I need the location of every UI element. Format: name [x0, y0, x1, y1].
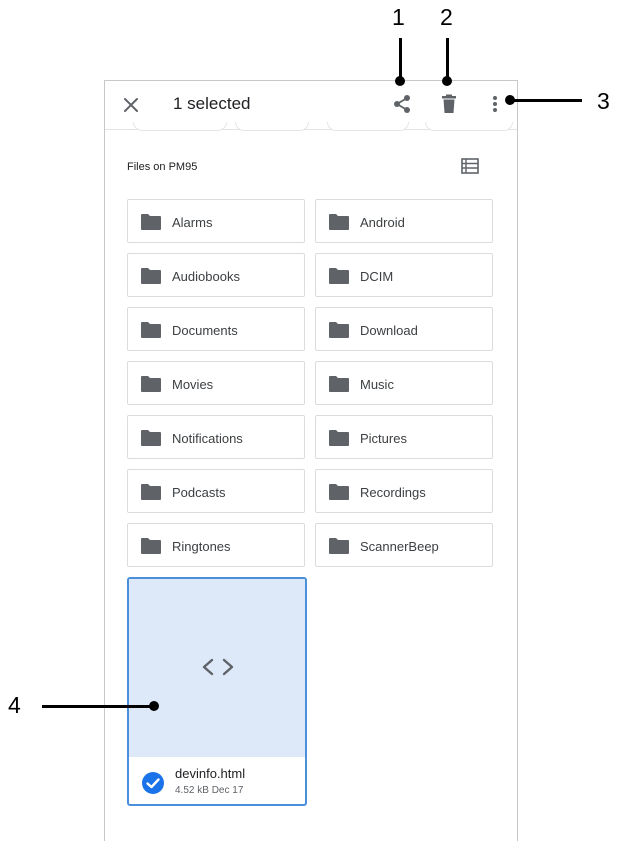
folder-label: Pictures [360, 431, 407, 446]
folder-label: Audiobooks [172, 269, 240, 284]
folder-label: Alarms [172, 215, 213, 230]
folder-item[interactable]: Movies [127, 361, 305, 405]
folder-label: Documents [172, 323, 238, 338]
selection-count-title: 1 selected [173, 94, 251, 113]
share-icon[interactable] [391, 93, 413, 115]
list-view-icon[interactable] [461, 158, 479, 174]
folder-item[interactable]: Alarms [127, 199, 305, 243]
folder-label: Movies [172, 377, 214, 392]
folder-item[interactable]: ScannerBeep [315, 523, 493, 567]
code-icon [202, 658, 234, 676]
callout-line [42, 705, 156, 708]
folder-item[interactable]: Pictures [315, 415, 493, 459]
folder-item[interactable]: Ringtones [127, 523, 305, 567]
folder-item[interactable]: Download [315, 307, 493, 351]
folder-item[interactable]: Notifications [127, 415, 305, 459]
folder-label: Recordings [360, 485, 426, 500]
folder-icon [329, 322, 349, 338]
callout-dot [395, 76, 405, 86]
callout-line [446, 38, 449, 80]
delete-icon[interactable] [438, 93, 460, 115]
callout-number: 1 [392, 4, 405, 30]
callout-line [510, 99, 582, 102]
file-card-selected[interactable]: devinfo.html 4.52 kB Dec 17 [127, 577, 307, 806]
file-name: devinfo.html [175, 766, 246, 781]
folder-icon [329, 214, 349, 230]
callout-dot [442, 76, 452, 86]
folder-icon [329, 430, 349, 446]
folder-icon [329, 538, 349, 554]
folder-icon [141, 538, 161, 554]
folder-label: Notifications [172, 431, 243, 446]
folder-item[interactable]: Android [315, 199, 493, 243]
folder-item[interactable]: Documents [127, 307, 305, 351]
callout-line [399, 38, 402, 80]
folder-label: ScannerBeep [360, 539, 439, 554]
folder-icon [329, 376, 349, 392]
close-icon[interactable] [121, 95, 141, 115]
filter-chip[interactable] [235, 122, 309, 131]
folder-icon [141, 214, 161, 230]
selected-check-icon[interactable] [141, 771, 165, 795]
callout-number: 3 [597, 88, 610, 114]
folder-icon [141, 322, 161, 338]
more-vert-icon[interactable] [484, 93, 506, 115]
callout-number: 2 [440, 4, 453, 30]
callout-dot [505, 95, 515, 105]
callout-dot [149, 701, 159, 711]
file-preview [129, 579, 305, 757]
folder-icon [141, 430, 161, 446]
folder-label: DCIM [360, 269, 394, 284]
folder-label: Ringtones [172, 539, 231, 554]
folder-item[interactable]: Audiobooks [127, 253, 305, 297]
file-manager-screen: 1 selected Files on PM95 Alarms Android Au… [104, 80, 518, 841]
folder-icon [141, 268, 161, 284]
folder-icon [141, 484, 161, 500]
storage-section-title: Files on PM95 [127, 161, 198, 173]
folder-item[interactable]: Recordings [315, 469, 493, 513]
folder-item[interactable]: DCIM [315, 253, 493, 297]
folder-label: Android [360, 215, 405, 230]
folder-label: Music [360, 377, 394, 392]
folder-item[interactable]: Podcasts [127, 469, 305, 513]
folder-label: Download [360, 323, 418, 338]
filter-chip[interactable] [133, 122, 227, 131]
folder-item[interactable]: Music [315, 361, 493, 405]
folder-icon [329, 268, 349, 284]
file-meta: 4.52 kB Dec 17 [175, 785, 244, 796]
callout-number: 4 [8, 692, 21, 718]
folder-label: Podcasts [172, 485, 226, 500]
folder-icon [141, 376, 161, 392]
folder-icon [329, 484, 349, 500]
filter-chip[interactable] [327, 122, 409, 131]
filter-chip[interactable] [425, 122, 513, 131]
